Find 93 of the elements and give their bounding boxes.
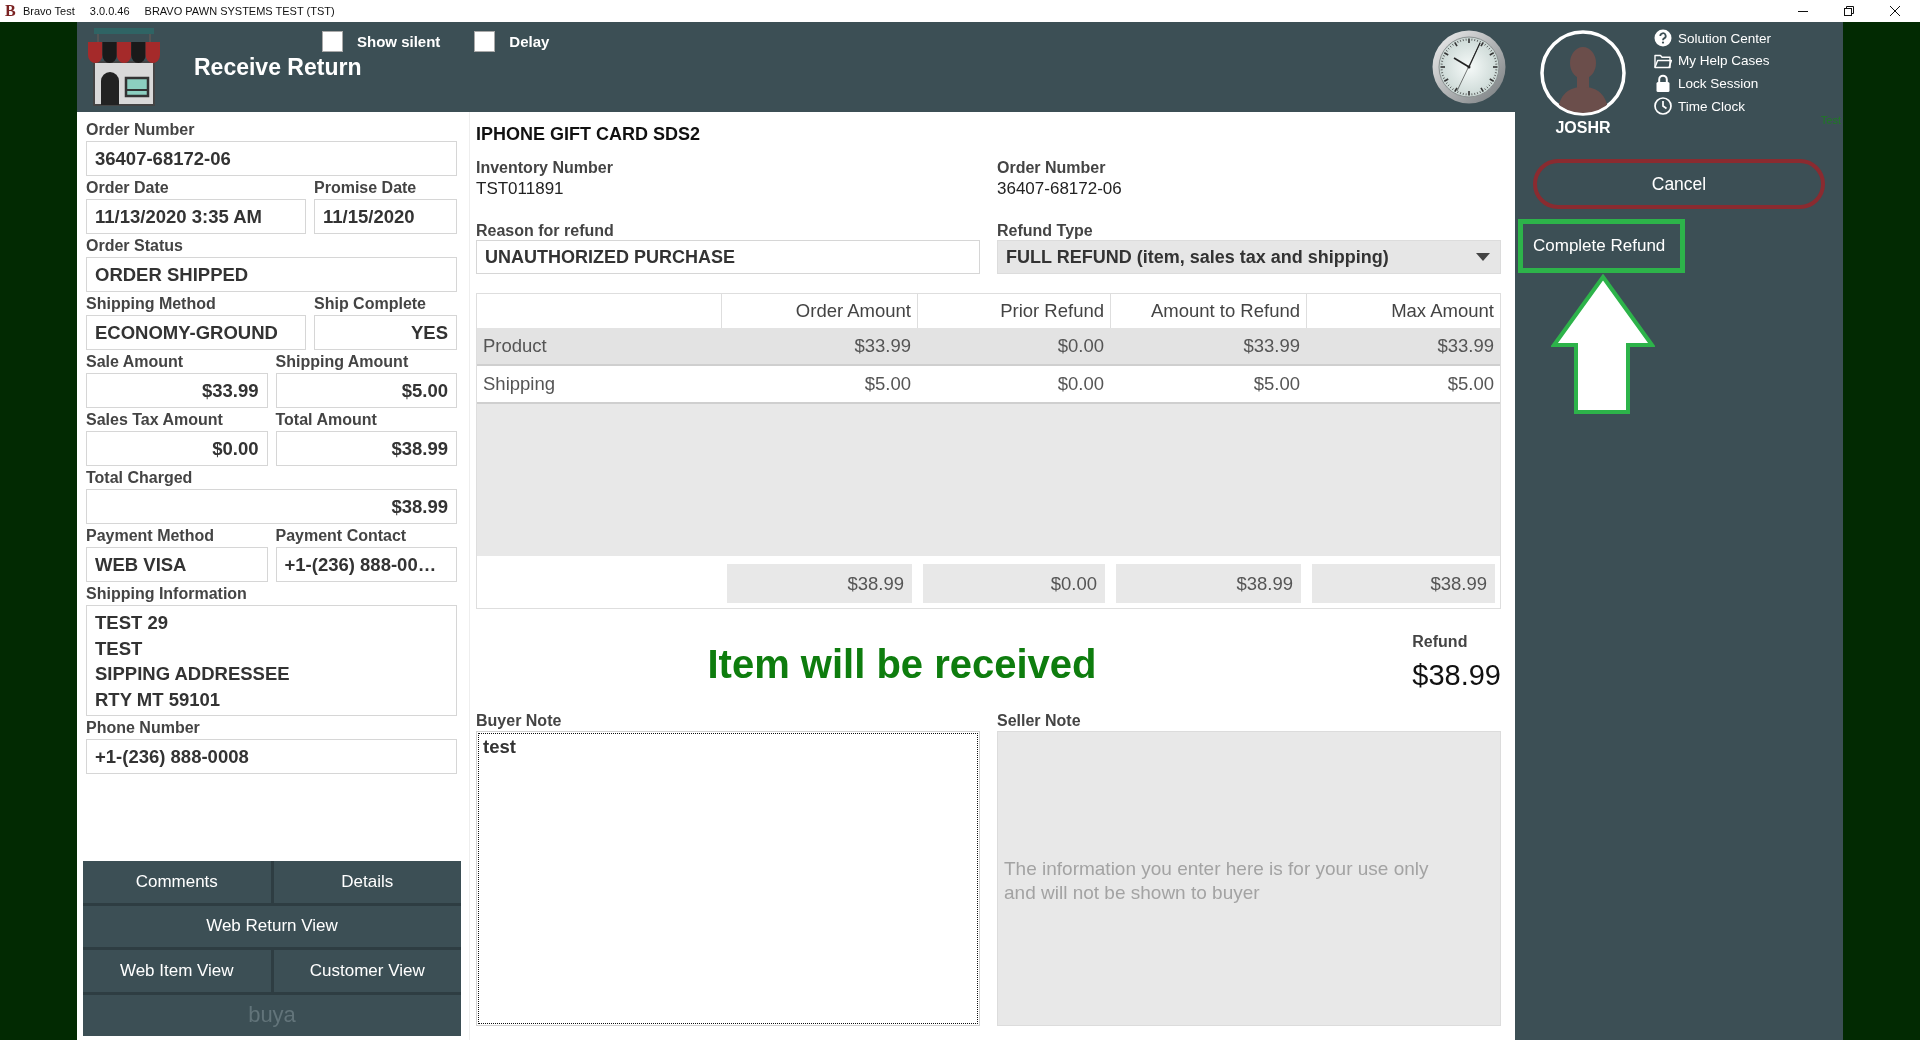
field-label: Order Number <box>86 120 196 140</box>
up-arrow-icon <box>1551 274 1655 415</box>
table-cell-text: $33.99 <box>1436 334 1495 358</box>
field-label: Shipping Amount <box>275 352 410 372</box>
input-field[interactable]: $0.00 <box>86 431 268 466</box>
avatar-icon <box>1540 30 1626 116</box>
field-label: Phone Number <box>86 718 201 738</box>
field-label: Sales Tax Amount <box>86 410 224 430</box>
table-cell-text: $0.00 <box>1056 372 1105 396</box>
menu-link[interactable]: Time Clock <box>1654 94 1772 118</box>
menu-link[interactable]: My Help Cases <box>1654 49 1772 73</box>
table-cell-text: $0.00 <box>1056 334 1105 358</box>
menu-link[interactable]: Lock Session <box>1654 72 1772 95</box>
refund-label: Refund <box>1412 633 1469 651</box>
input-field[interactable]: ECONOMY-GROUND <box>86 315 306 350</box>
reason-field[interactable]: UNAUTHORIZED PURCHASE <box>476 240 980 274</box>
restore-icon <box>1844 6 1854 16</box>
field-label: Order Date <box>86 178 170 198</box>
input-field[interactable]: 11/13/2020 3:35 AM <box>86 199 306 234</box>
field-value: 36407-68172-06 <box>997 178 1123 200</box>
input-field[interactable]: $38.99 <box>275 431 457 466</box>
table-row[interactable]: Product $33.99 $0.00 $33.99 $33.99 <box>477 328 1500 366</box>
input-field[interactable]: +1-(236) 888-0008 <box>86 739 457 774</box>
field-label: Refund Type <box>997 221 1094 240</box>
field-label: Order Status <box>86 236 184 256</box>
minimize-icon <box>1798 10 1808 12</box>
table-cell-text: $5.00 <box>863 372 912 396</box>
note-label: Seller Note <box>997 711 1082 731</box>
input-field[interactable]: 11/15/2020 <box>314 199 457 234</box>
input-field[interactable]: $38.99 <box>86 489 457 524</box>
panel-button[interactable]: Web Return View <box>83 905 461 947</box>
status-message: Item will be received <box>706 641 1098 688</box>
clock-icon <box>1654 97 1672 116</box>
refund-amount: $38.99 <box>1412 658 1501 692</box>
store-icon <box>85 28 163 106</box>
checkbox-label: Delay <box>509 32 550 50</box>
field-label: Reason for refund <box>476 221 615 240</box>
menu-link[interactable]: Solution Center <box>1654 27 1772 50</box>
address-field[interactable]: TEST 29 TEST SIPPING ADDRESSEE RTY MT 59101 <box>86 605 457 716</box>
table-cell-text: Shipping <box>482 372 556 396</box>
input-field[interactable]: 36407-68172-06 <box>86 141 457 176</box>
cancel-button[interactable]: Cancel <box>1533 159 1825 209</box>
input-field[interactable]: $33.99 <box>86 373 268 408</box>
field-label: Total Amount <box>275 410 378 430</box>
total-cell: $0.00 <box>923 564 1105 603</box>
field-label: Total Charged <box>86 468 194 488</box>
panel-button[interactable]: Customer View <box>273 950 461 992</box>
field-label: Order Number <box>997 158 1107 177</box>
help-icon <box>1654 29 1672 48</box>
input-field[interactable]: $5.00 <box>275 373 457 408</box>
field-label: Inventory Number <box>476 158 614 177</box>
checkbox[interactable] <box>322 30 343 52</box>
total-cell: $38.99 <box>727 564 912 603</box>
input-field[interactable]: +1-(236) 888-00… <box>275 547 457 582</box>
clock-icon <box>1432 30 1506 104</box>
table-cell-text: $33.99 <box>853 334 912 358</box>
field-value: TST011891 <box>476 178 565 200</box>
field-label: Shipping Method <box>86 294 217 314</box>
system-name: BRAVO PAWN SYSTEMS TEST (TST) <box>144 5 335 17</box>
close-icon <box>1890 6 1900 16</box>
input-field[interactable]: WEB VISA <box>86 547 268 582</box>
seller-note-field[interactable]: The information you enter here is for your use only and will not be shown to buyer <box>997 731 1501 1026</box>
complete-refund-button[interactable]: Complete Refund <box>1518 219 1685 273</box>
panel-button[interactable]: Details <box>273 861 461 903</box>
input-field[interactable]: YES <box>314 315 457 350</box>
panel-button[interactable]: Web Item View <box>83 950 271 992</box>
buyer-note-field[interactable]: test <box>476 731 980 1026</box>
app-logo: B <box>5 3 17 19</box>
table-cell-text: Product <box>482 334 548 358</box>
caret-icon <box>1476 253 1490 261</box>
table-cell-text: $5.00 <box>1446 372 1495 396</box>
lock-icon <box>1654 74 1672 93</box>
field-label: Shipping Information <box>86 584 248 604</box>
refund-type-dropdown[interactable]: FULL REFUND (item, sales tax and shipping) <box>997 240 1501 274</box>
total-cell: $38.99 <box>1312 564 1495 603</box>
page-title: Receive Return <box>194 53 363 81</box>
checkbox-label: Show silent <box>357 32 441 50</box>
app-name: Bravo Test <box>23 5 75 17</box>
total-cell: $38.99 <box>1116 564 1301 603</box>
checkbox[interactable] <box>474 30 496 52</box>
table-cell-text: $33.99 <box>1242 334 1301 358</box>
field-label: Sale Amount <box>86 352 185 372</box>
user-name: JOSHR <box>1555 118 1611 138</box>
note-label: Buyer Note <box>476 711 563 731</box>
input-field[interactable]: ORDER SHIPPED <box>86 257 457 292</box>
field-label: Ship Complete <box>314 294 427 314</box>
item-title: IPHONE GIFT CARD SDS2 <box>476 123 702 146</box>
field-label: Payment Contact <box>275 526 408 546</box>
panel-button[interactable]: Comments <box>83 861 271 903</box>
field-label: Promise Date <box>314 178 418 198</box>
app-version: 3.0.0.46 <box>89 5 130 17</box>
table-cell-text: $5.00 <box>1252 372 1301 396</box>
field-label: Payment Method <box>86 526 215 546</box>
